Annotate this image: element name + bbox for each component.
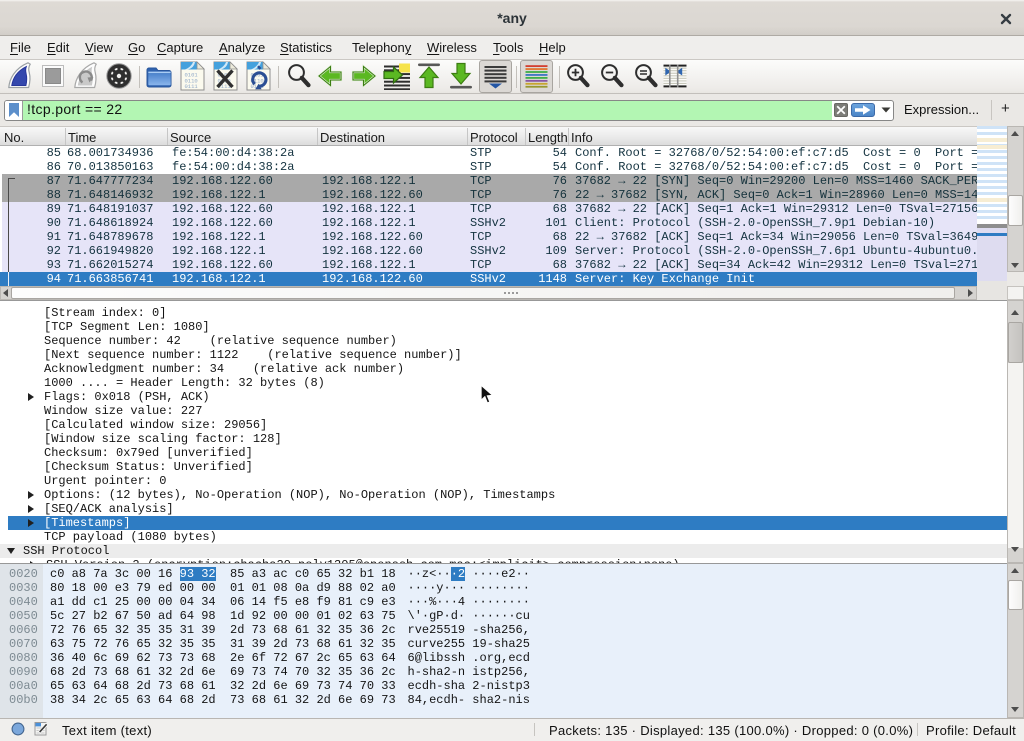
- svg-text:0111: 0111: [185, 83, 199, 90]
